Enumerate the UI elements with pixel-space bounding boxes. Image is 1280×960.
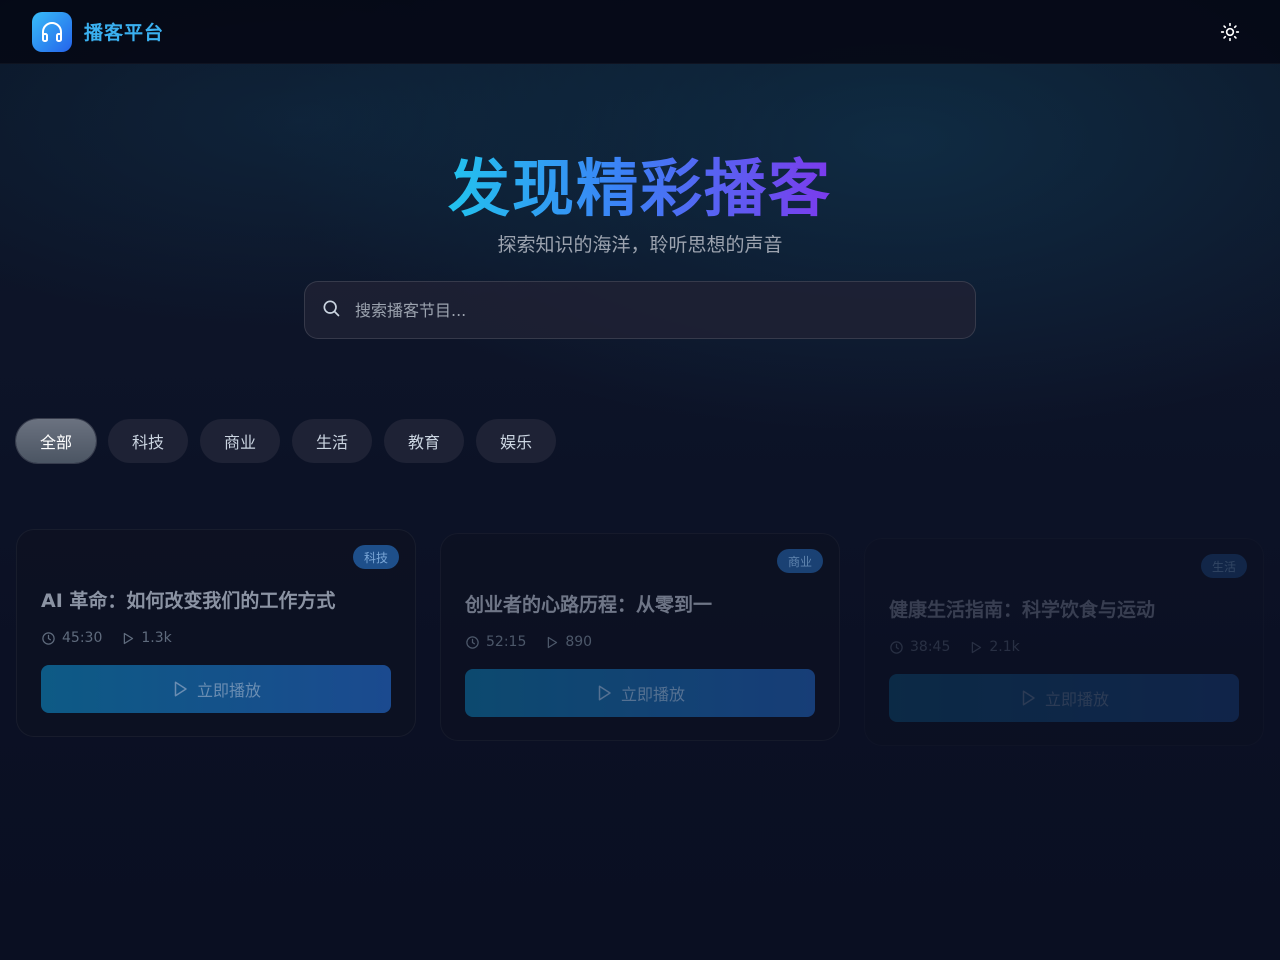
podcast-title[interactable]: AI 革命：如何改变我们的工作方式 (41, 586, 335, 613)
category-pill-life[interactable]: 生活 (292, 419, 372, 463)
podcast-plays: 890 (565, 634, 593, 650)
hero-title-text: 发现精彩播客 (447, 152, 832, 225)
podcast-card[interactable]: 生活 健康生活指南：科学饮食与运动 38:45 2.1k 立即播放 (864, 538, 1264, 746)
podcast-meta: 52:15 890 (465, 634, 610, 650)
hero-title: 发现精彩播客 (0, 138, 1280, 228)
category-filter: 全部 科技 商业 生活 教育 娱乐 (16, 419, 556, 463)
podcast-plays: 1.3k (141, 630, 172, 646)
podcast-duration: 45:30 (62, 630, 103, 646)
category-pill-entertainment[interactable]: 娱乐 (476, 419, 556, 463)
play-icon (598, 685, 611, 701)
podcast-title[interactable]: 健康生活指南：科学饮食与运动 (889, 595, 1155, 622)
search-bar (304, 281, 976, 339)
play-now-label: 立即播放 (620, 685, 685, 704)
podcast-duration: 52:15 (486, 634, 527, 650)
podcast-card[interactable]: 商业 创业者的心路历程：从零到一 52:15 890 立即播放 (440, 533, 840, 741)
category-pill-all[interactable]: 全部 (16, 419, 96, 463)
podcast-duration: 38:45 (910, 639, 951, 655)
headphones-icon[interactable] (32, 11, 72, 52)
category-pill-education[interactable]: 教育 (384, 419, 464, 463)
podcast-card[interactable]: 科技 AI 革命：如何改变我们的工作方式 45:30 1.3k 立即播放 (16, 529, 416, 737)
play-now-label: 立即播放 (1044, 690, 1109, 709)
podcast-plays: 2.1k (989, 639, 1020, 655)
brand-name[interactable]: 播客平台 (84, 18, 164, 45)
play-count-icon (972, 641, 982, 653)
hero-subtitle: 探索知识的海洋，聆听思想的声音 (497, 234, 783, 256)
podcast-title[interactable]: 创业者的心路历程：从零到一 (465, 590, 712, 617)
category-badge: 生活 (1200, 554, 1247, 578)
podcast-meta: 45:30 1.3k (41, 630, 190, 646)
play-icon (1022, 690, 1035, 706)
search-icon (321, 298, 341, 322)
sun-icon[interactable] (1220, 22, 1240, 42)
category-pill-business[interactable]: 商业 (200, 419, 280, 463)
play-count-icon (548, 636, 558, 648)
play-count-icon (124, 632, 134, 644)
clock-icon (890, 640, 903, 654)
play-now-label: 立即播放 (196, 681, 261, 700)
clock-icon (42, 631, 55, 645)
top-header: 播客平台 (0, 0, 1280, 64)
category-badge: 科技 (352, 545, 399, 569)
play-now-button[interactable]: 立即播放 (41, 665, 391, 713)
category-pill-tech[interactable]: 科技 (108, 419, 188, 463)
play-now-button[interactable]: 立即播放 (889, 674, 1239, 722)
clock-icon (466, 635, 479, 649)
play-icon (174, 681, 187, 697)
podcast-meta: 38:45 2.1k (889, 639, 1038, 655)
category-badge: 商业 (776, 549, 823, 573)
search-input[interactable] (355, 282, 975, 338)
play-now-button[interactable]: 立即播放 (465, 669, 815, 717)
